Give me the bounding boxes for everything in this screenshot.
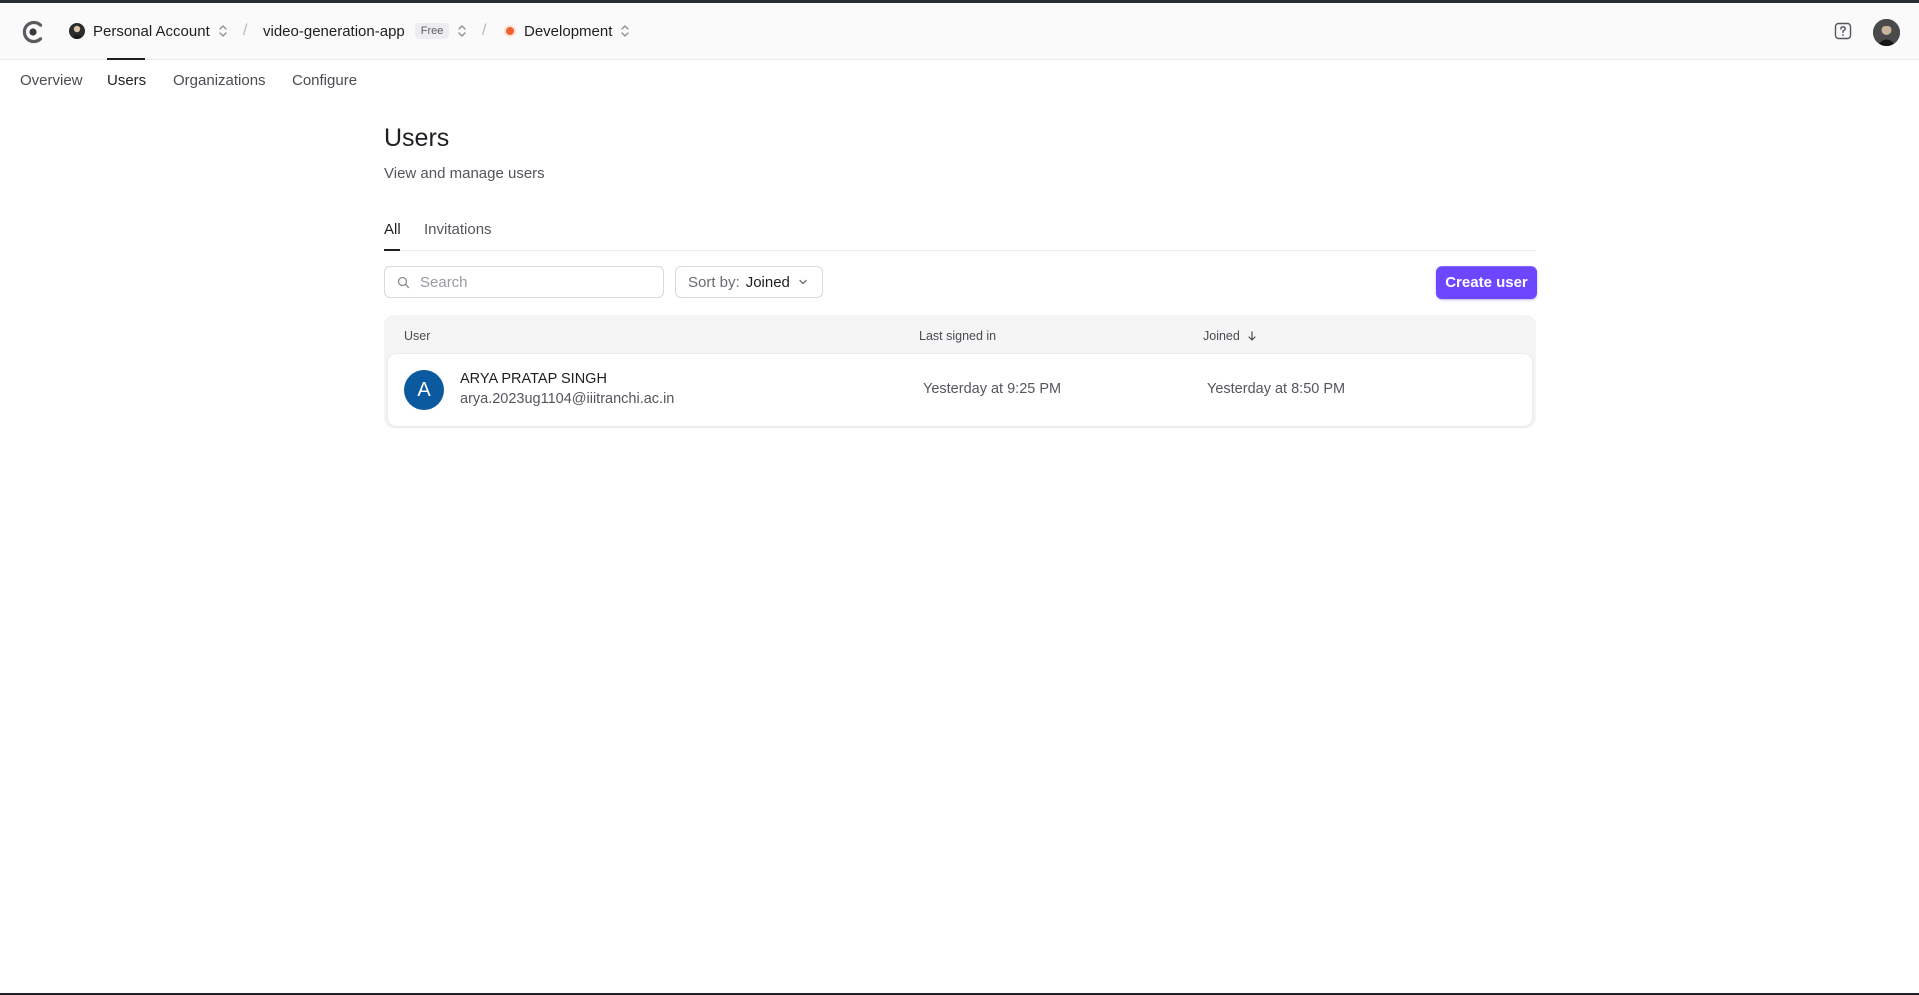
app-switcher[interactable]: video-generation-app Free [263,3,467,59]
last-signed-in-value: Yesterday at 9:25 PM [923,381,1062,397]
page: Personal Account / video-generation-app … [0,0,1919,995]
tab-organizations[interactable]: Organizations [173,60,266,102]
environment-dot-icon [506,27,514,35]
page-subtitle: View and manage users [384,165,545,182]
chevron-up-down-icon [219,25,227,37]
sort-dropdown[interactable]: Sort by: Joined [675,266,823,298]
joined-value: Yesterday at 8:50 PM [1207,381,1346,397]
help-icon[interactable] [1834,22,1852,40]
page-title: Users [384,124,450,152]
chevron-down-icon [799,279,807,285]
plan-badge: Free [414,23,450,39]
account-avatar [69,23,85,39]
user-email: arya.2023ug1104@iiitranchi.ac.in [460,391,675,407]
instance-switcher[interactable]: Development [506,3,630,59]
account-name: Personal Account [93,22,210,40]
breadcrumb-separator: / [243,22,248,39]
create-user-button[interactable]: Create user [1436,266,1537,299]
search-icon [397,276,410,288]
user-avatar[interactable] [1873,19,1900,46]
active-tab-indicator [107,58,145,60]
users-table: User Last signed in Joined A ARYA PRATAP… [384,315,1536,428]
active-tab-indicator [384,249,400,251]
top-bar: Personal Account / video-generation-app … [0,3,1919,60]
column-header-user[interactable]: User [404,329,430,343]
sort-label: Sort by: [688,273,740,291]
user-initial-avatar: A [404,370,444,410]
instance-name: Development [524,22,613,40]
tab-overview[interactable]: Overview [20,60,83,102]
sort-value: Joined [745,273,790,291]
column-header-last-signed-in[interactable]: Last signed in [919,329,996,343]
tab-all[interactable]: All [384,221,401,238]
tab-configure[interactable]: Configure [292,60,357,102]
chevron-up-down-icon [458,25,467,37]
person-icon [71,25,83,39]
clerk-logo-icon[interactable] [20,19,46,45]
table-row[interactable]: A ARYA PRATAP SINGH arya.2023ug1104@iiit… [388,354,1532,426]
user-name: ARYA PRATAP SINGH [460,371,607,387]
column-header-joined-label: Joined [1203,329,1240,343]
app-name: video-generation-app [263,22,405,40]
profile-photo-icon [1873,19,1900,46]
tab-invitations[interactable]: Invitations [424,221,492,238]
sort-descending-arrow-icon [1248,331,1256,341]
tab-users[interactable]: Users [107,60,146,102]
account-switcher[interactable]: Personal Account [69,3,228,59]
tabs-divider [384,250,1536,251]
search-box[interactable] [384,266,664,298]
search-input[interactable] [418,272,642,292]
chevron-up-down-icon [621,25,630,37]
breadcrumb-separator: / [482,22,487,39]
column-header-joined[interactable]: Joined [1203,329,1258,343]
